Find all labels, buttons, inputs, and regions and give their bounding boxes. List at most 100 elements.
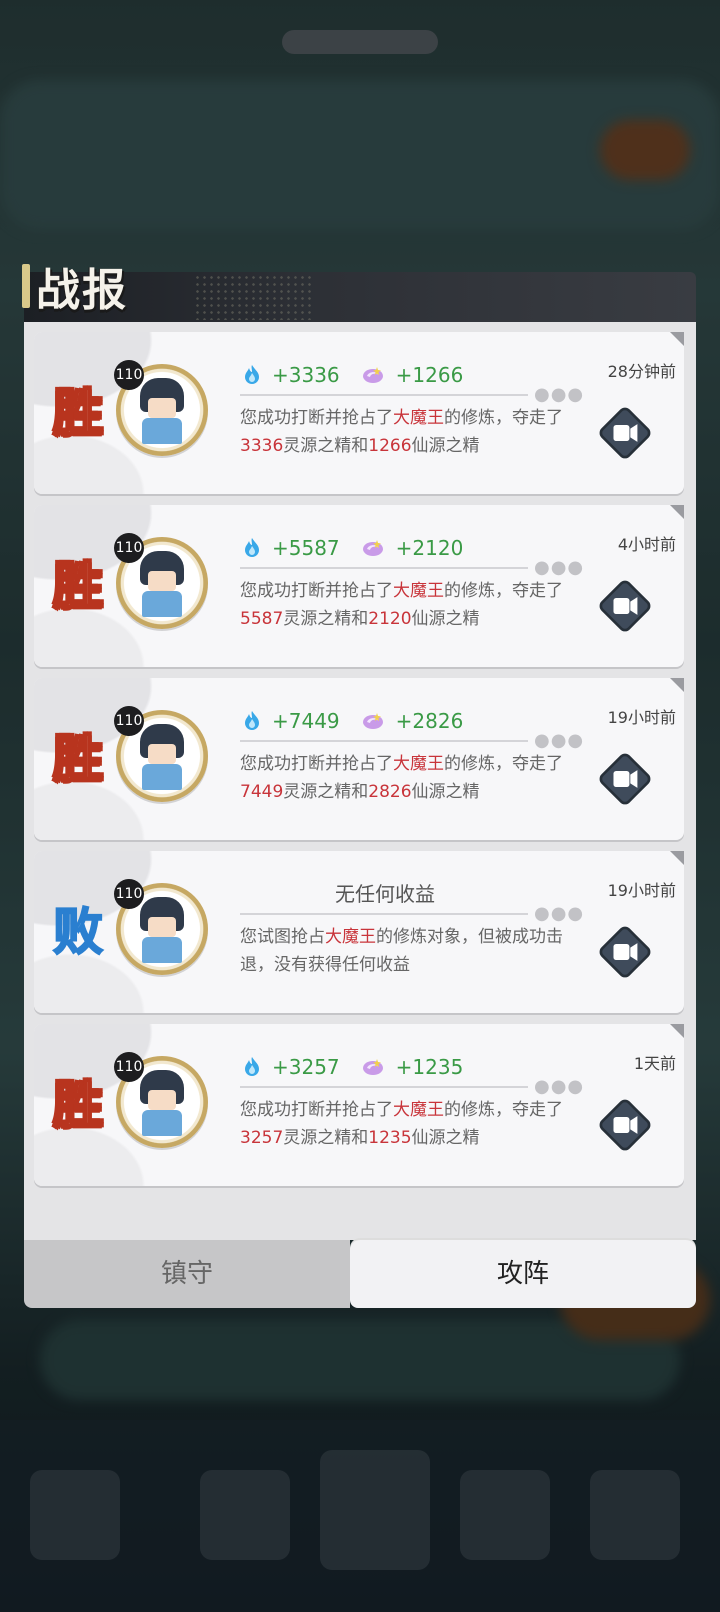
avatar-body <box>142 1110 182 1136</box>
nav-ghost <box>30 1470 120 1560</box>
divider-dots: ●●● <box>534 1076 585 1097</box>
desc-immortal-amount: 2826 <box>368 782 412 802</box>
card-corner <box>670 851 684 865</box>
desc-spirit-amount: 7449 <box>240 782 284 802</box>
desc-immortal-amount: 2120 <box>368 609 412 629</box>
reward-row: +5587 +2120 <box>240 531 530 565</box>
card-corner <box>670 332 684 346</box>
desc-text: 灵源之精和 <box>283 782 369 802</box>
desc-text: 灵源之精和 <box>283 609 369 629</box>
report-description: 您成功打断并抢占了大魔王的修炼，夺走了 3257灵源之精和1235仙源之精 <box>240 1096 570 1152</box>
result-badge: 胜 <box>52 556 104 616</box>
level-badge: 110 <box>114 533 144 563</box>
panel-title: 战报 <box>36 265 128 316</box>
report-time: 19小时前 <box>607 881 676 900</box>
avatar-face <box>148 398 176 418</box>
immortal-gain: +1266 <box>395 363 464 387</box>
desc-text: 您成功打断并抢占了 <box>240 408 393 428</box>
desc-spirit-amount: 5587 <box>240 609 284 629</box>
purple-swirl-icon <box>362 367 383 383</box>
purple-swirl-icon <box>362 713 383 729</box>
immortal-gain: +2826 <box>395 709 464 733</box>
level-badge: 110 <box>114 879 144 909</box>
desc-opponent-name: 大魔王 <box>325 927 376 947</box>
title-accent-bar <box>22 264 30 308</box>
nav-ghost <box>200 1470 290 1560</box>
divider-dots: ●●● <box>534 730 585 751</box>
avatar[interactable]: 110 <box>114 1052 208 1148</box>
purple-swirl-icon <box>362 1059 383 1075</box>
spirit-gain: +3257 <box>272 1055 340 1079</box>
card-corner <box>670 678 684 692</box>
report-time: 19小时前 <box>607 708 676 727</box>
purple-swirl-icon <box>362 540 383 556</box>
video-replay-icon <box>599 1099 651 1151</box>
blue-flame-icon <box>245 711 259 730</box>
reward-row: +7449 +2826 <box>240 704 530 738</box>
blue-flame-icon <box>245 538 259 557</box>
divider <box>240 394 528 396</box>
desc-opponent-name: 大魔王 <box>393 754 444 774</box>
no-gain-label: 无任何收益 <box>335 882 435 906</box>
tab-attack[interactable]: 攻阵 <box>350 1240 696 1308</box>
level-badge: 110 <box>114 706 144 736</box>
nav-ghost <box>320 1450 430 1570</box>
avatar[interactable]: 110 <box>114 879 208 975</box>
card-corner <box>670 505 684 519</box>
video-replay-button[interactable] <box>594 402 656 464</box>
avatar[interactable]: 110 <box>114 533 208 629</box>
video-replay-icon <box>599 407 651 459</box>
tab-bar: 镇守 攻阵 <box>24 1240 696 1312</box>
level-badge: 110 <box>114 1052 144 1082</box>
result-badge: 胜 <box>52 729 104 789</box>
avatar-face <box>148 917 176 937</box>
desc-opponent-name: 大魔王 <box>393 408 444 428</box>
header-pattern <box>194 274 314 320</box>
avatar-face <box>148 571 176 591</box>
report-description: 您试图抢占大魔王的修炼对象，但被成功击退，没有获得任何收益 <box>240 923 570 979</box>
divider <box>240 567 528 569</box>
report-description: 您成功打断并抢占了大魔王的修炼，夺走了 3336灵源之精和1266仙源之精 <box>240 404 570 460</box>
video-replay-button[interactable] <box>594 575 656 637</box>
tab-defend[interactable]: 镇守 <box>24 1240 350 1308</box>
level-badge: 110 <box>114 360 144 390</box>
report-card: 胜 110 +5587 +2120 ●●● 您成功打断并抢占了大魔王的修炼，夺走… <box>34 505 684 667</box>
desc-spirit-amount: 3336 <box>240 436 284 456</box>
desc-opponent-name: 大魔王 <box>393 581 444 601</box>
video-replay-icon <box>599 926 651 978</box>
nav-ghost <box>590 1470 680 1560</box>
report-list[interactable]: 胜 110 +3336 +1266 ●●● 您成功打断并抢占了大魔王的修炼，夺走… <box>24 322 696 1240</box>
desc-immortal-amount: 1266 <box>368 436 412 456</box>
report-time: 4小时前 <box>617 535 676 554</box>
report-description: 您成功打断并抢占了大魔王的修炼，夺走了 5587灵源之精和2120仙源之精 <box>240 577 570 633</box>
video-replay-button[interactable] <box>594 748 656 810</box>
video-replay-button[interactable] <box>594 1094 656 1156</box>
result-badge: 胜 <box>52 383 104 443</box>
panel-title-wrap: 战报 <box>22 254 128 318</box>
desc-text: 的修炼，夺走了 <box>444 408 563 428</box>
report-card: 胜 110 +3336 +1266 ●●● 您成功打断并抢占了大魔王的修炼，夺走… <box>34 332 684 494</box>
immortal-gain: +2120 <box>395 536 464 560</box>
divider-dots: ●●● <box>534 903 585 924</box>
blue-flame-icon <box>245 365 259 384</box>
divider <box>240 1086 528 1088</box>
desc-text: 仙源之精 <box>411 782 480 802</box>
notch-pill <box>282 30 438 54</box>
reward-row: +3336 +1266 <box>240 358 530 392</box>
video-replay-icon <box>599 753 651 805</box>
divider <box>240 913 528 915</box>
reward-row: +3257 +1235 <box>240 1050 530 1084</box>
avatar-body <box>142 937 182 963</box>
blue-flame-icon <box>245 1057 259 1076</box>
nav-ghost <box>460 1470 550 1560</box>
avatar-body <box>142 764 182 790</box>
avatar-body <box>142 418 182 444</box>
divider-dots: ●●● <box>534 384 585 405</box>
spirit-gain: +3336 <box>272 363 340 387</box>
divider <box>240 740 528 742</box>
report-card: 胜 110 +7449 +2826 ●●● 您成功打断并抢占了大魔王的修炼，夺走… <box>34 678 684 840</box>
video-replay-button[interactable] <box>594 921 656 983</box>
desc-text: 您成功打断并抢占了 <box>240 581 393 601</box>
avatar[interactable]: 110 <box>114 360 208 456</box>
avatar[interactable]: 110 <box>114 706 208 802</box>
